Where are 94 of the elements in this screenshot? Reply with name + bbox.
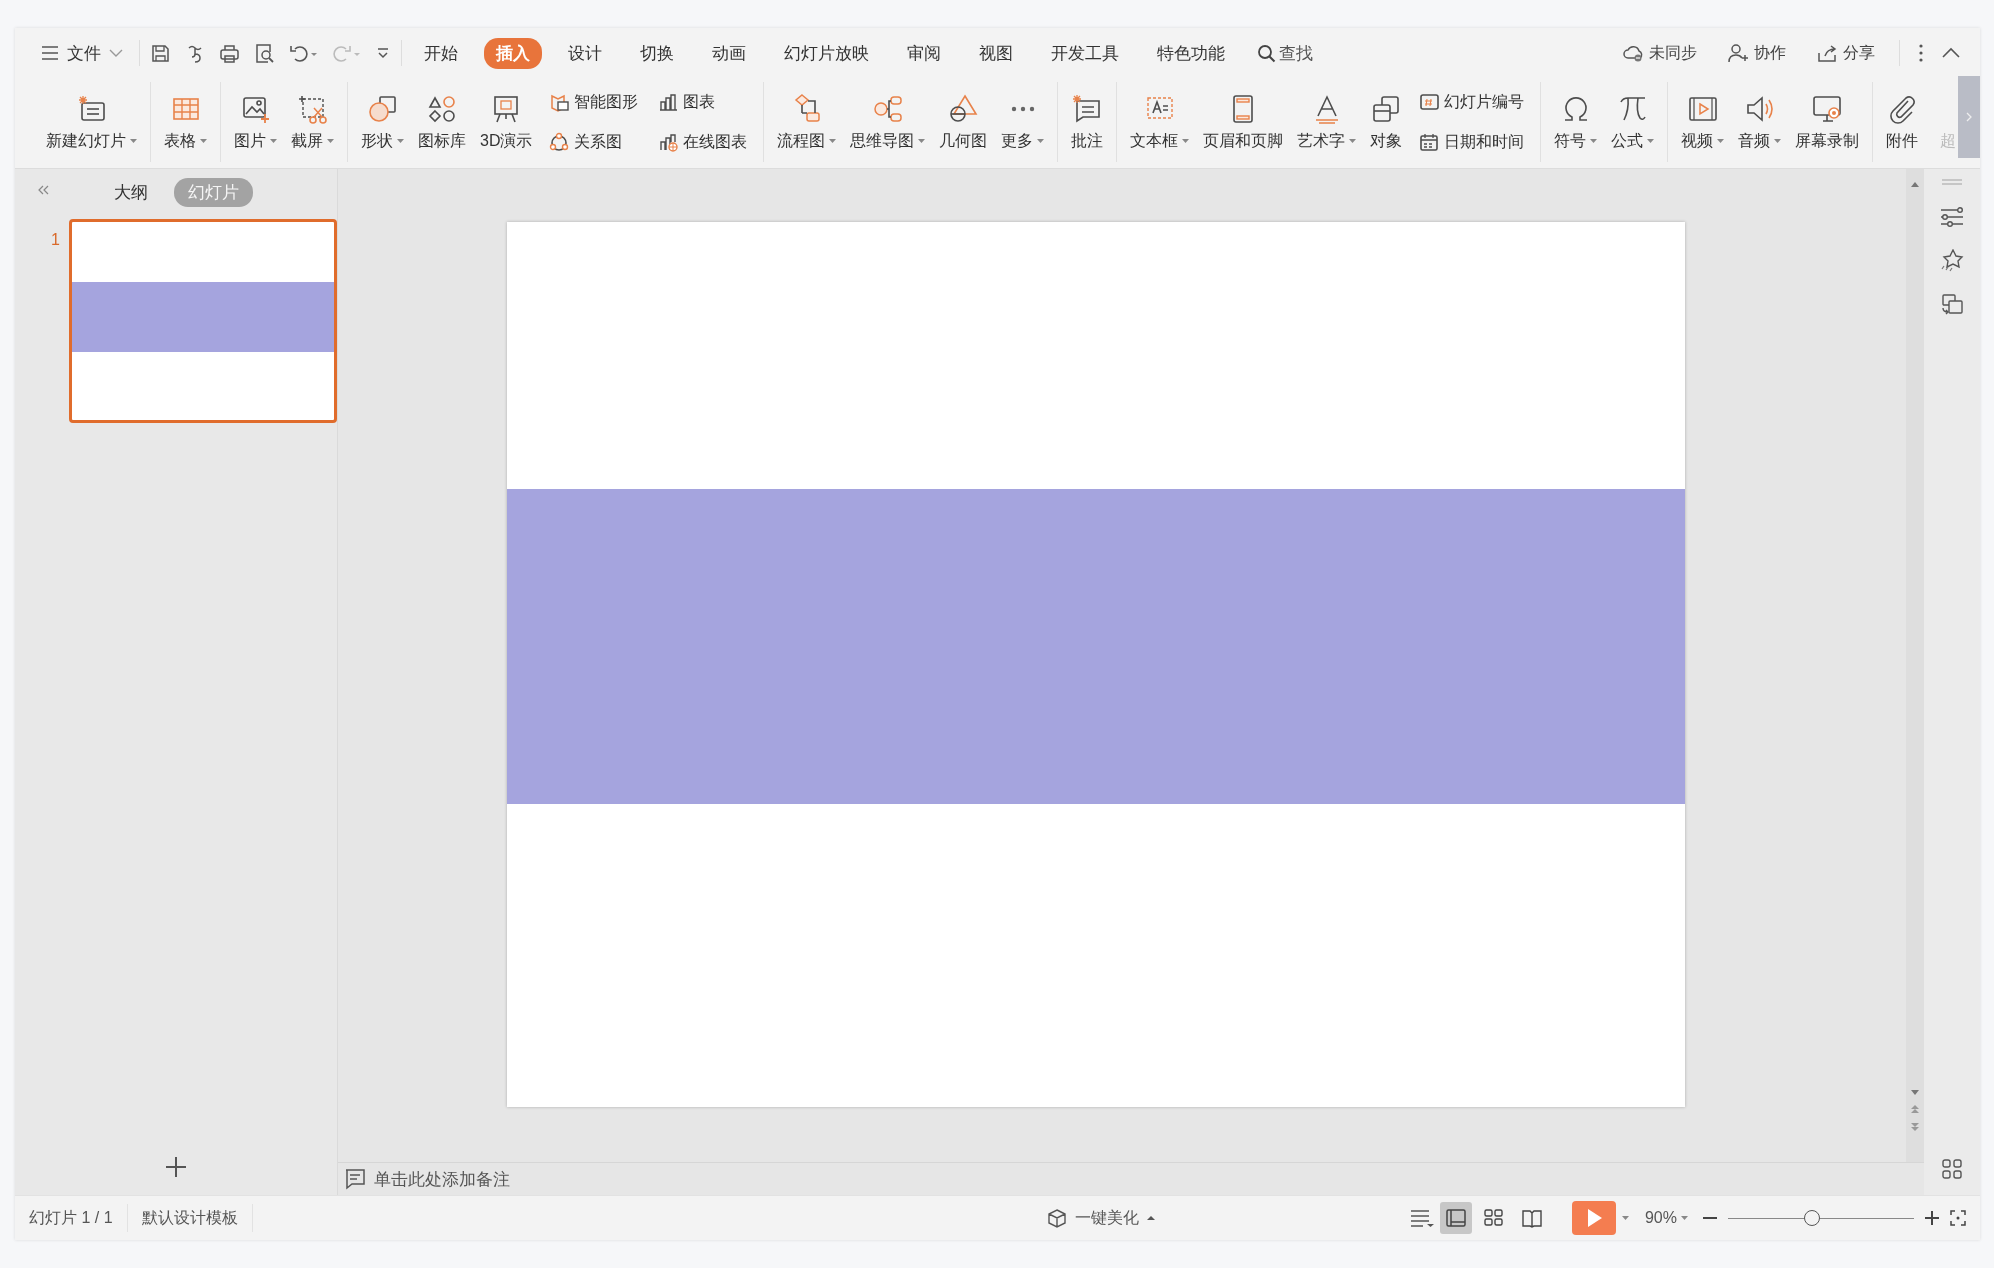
user-add-icon xyxy=(1727,43,1749,63)
toolbar-button[interactable]: 分享 xyxy=(1810,41,1881,65)
ribbon-tab[interactable]: 审阅 xyxy=(895,37,953,69)
star-icon[interactable] xyxy=(1940,249,1964,272)
notes-field[interactable]: 单击此处添加备注 xyxy=(374,1167,510,1191)
caret-up-icon xyxy=(1147,1215,1156,1221)
print-icon[interactable] xyxy=(219,42,240,64)
ribbon-tab[interactable]: 切换 xyxy=(628,37,686,69)
caret-icon[interactable] xyxy=(1621,1215,1629,1221)
ribbon-tab[interactable]: 动画 xyxy=(700,37,758,69)
ribbon-button[interactable]: 屏幕录制 xyxy=(1788,82,1867,162)
ribbon-tab[interactable]: 设计 xyxy=(556,37,614,69)
ribbon-button[interactable]: 智能图形 xyxy=(545,89,643,115)
collapse-panel-icon[interactable] xyxy=(37,185,50,195)
normal-view-icon xyxy=(1444,1208,1467,1228)
share-icon xyxy=(1816,43,1838,63)
ribbon-button[interactable]: 3D演示 xyxy=(473,82,540,162)
ribbon-button[interactable]: 形状 xyxy=(354,82,411,162)
cycle-icon xyxy=(549,132,570,152)
ribbon-button[interactable]: 更多 xyxy=(994,82,1052,162)
drag-handle-icon xyxy=(1941,179,1963,185)
zoom-level-button[interactable]: 90% xyxy=(1638,1208,1694,1228)
ribbon-button[interactable]: 思维导图 xyxy=(843,82,933,162)
fit-window-icon[interactable] xyxy=(1950,1210,1966,1226)
ribbon-button[interactable]: 文本框 xyxy=(1123,82,1197,162)
slide-counter: 幻灯片 1 / 1 xyxy=(15,1204,128,1232)
menu-icon xyxy=(41,44,59,62)
book-icon xyxy=(1520,1208,1543,1228)
online-chart-icon xyxy=(658,132,679,152)
ribbon-button[interactable]: 新建幻灯片 xyxy=(39,82,144,162)
scroll-down-icon[interactable] xyxy=(1911,1089,1919,1096)
more-icon xyxy=(1010,105,1035,112)
more-options-icon[interactable] xyxy=(1918,43,1924,63)
ribbon-button[interactable]: 符号 xyxy=(1547,82,1605,162)
file-menu[interactable]: 文件 xyxy=(35,41,129,65)
note-icon xyxy=(344,1168,366,1190)
ribbon-button[interactable]: 艺术字 xyxy=(1290,82,1364,162)
template-name: 默认设计模板 xyxy=(127,1204,253,1232)
beautify-button[interactable]: 一键美化 xyxy=(1041,1206,1162,1230)
ribbon-tab[interactable]: 特色功能 xyxy=(1145,37,1237,69)
number-icon xyxy=(1419,92,1440,112)
ribbon-button[interactable]: 关系图 xyxy=(545,129,643,155)
ribbon-button[interactable]: 图表 xyxy=(654,89,752,115)
ribbon-tab[interactable]: 幻灯片放映 xyxy=(772,37,881,69)
ribbon-button[interactable]: 图标库 xyxy=(411,82,473,162)
search-icon xyxy=(1257,43,1276,63)
ribbon-button[interactable]: 截屏 xyxy=(284,82,341,162)
ribbon-button[interactable]: 图片 xyxy=(227,82,284,162)
panel-tab[interactable]: 大纲 xyxy=(99,177,162,207)
chevron-right-icon xyxy=(1966,112,1972,122)
notes-view-icon[interactable] xyxy=(1409,1208,1434,1228)
ribbon-button[interactable]: 批注 xyxy=(1064,82,1111,162)
print-preview-icon[interactable] xyxy=(254,42,275,64)
ribbon-button[interactable]: 页眉和页脚 xyxy=(1196,82,1291,162)
ribbon-button[interactable]: 几何图 xyxy=(932,82,995,162)
ribbon-button[interactable]: 日期和时间 xyxy=(1415,129,1529,155)
play-button[interactable] xyxy=(1571,1201,1616,1235)
calendar-icon xyxy=(1419,132,1440,152)
cloud-icon xyxy=(1622,43,1644,63)
view-button[interactable] xyxy=(1439,1202,1472,1234)
cube-icon xyxy=(1047,1207,1068,1229)
ribbon-button[interactable]: 视频 xyxy=(1674,82,1732,162)
toolbar-button[interactable]: 未同步 xyxy=(1616,41,1703,65)
ribbon-button[interactable]: 附件 xyxy=(1879,82,1926,162)
ribbon-button[interactable]: 流程图 xyxy=(770,82,844,162)
plus-icon xyxy=(165,1156,187,1178)
slider-thumb[interactable] xyxy=(1803,1210,1820,1226)
search-button[interactable]: 查找 xyxy=(1251,40,1319,66)
grid-icon[interactable] xyxy=(1942,1159,1962,1179)
ribbon-button[interactable]: 表格 xyxy=(157,82,214,162)
slide-number: 1 xyxy=(51,230,61,250)
bar-chart-icon xyxy=(658,92,679,112)
ribbon-tab[interactable]: 开发工具 xyxy=(1039,37,1131,69)
save-icon[interactable] xyxy=(150,42,171,64)
ribbon-button[interactable]: 对象 xyxy=(1363,82,1410,162)
switch-icon[interactable] xyxy=(1941,294,1963,315)
chevron-down-icon xyxy=(109,48,123,58)
slide-thumbnail[interactable] xyxy=(69,219,337,423)
ribbon-button[interactable]: 公式 xyxy=(1604,82,1662,162)
smart-graphic-icon xyxy=(549,92,570,112)
ribbon-button[interactable]: 音频 xyxy=(1731,82,1789,162)
triangle-circle-icon xyxy=(947,92,980,125)
zoom-in-icon[interactable] xyxy=(1924,1210,1940,1226)
ribbon-tab[interactable]: 开始 xyxy=(412,37,470,69)
ribbon-button[interactable]: 在线图表 xyxy=(654,129,752,155)
grid-view-icon xyxy=(1482,1208,1505,1228)
sliders-icon[interactable] xyxy=(1940,207,1964,227)
caret-icon xyxy=(1681,1215,1688,1221)
collapse-icon[interactable] xyxy=(1942,47,1960,59)
toolbar-button[interactable]: 协作 xyxy=(1721,41,1792,65)
scroll-up-icon[interactable] xyxy=(1911,181,1919,188)
ribbon-tab[interactable]: 视图 xyxy=(967,37,1025,69)
ribbon-button[interactable]: 幻灯片编号 xyxy=(1415,89,1529,115)
play-icon xyxy=(1585,1208,1602,1228)
